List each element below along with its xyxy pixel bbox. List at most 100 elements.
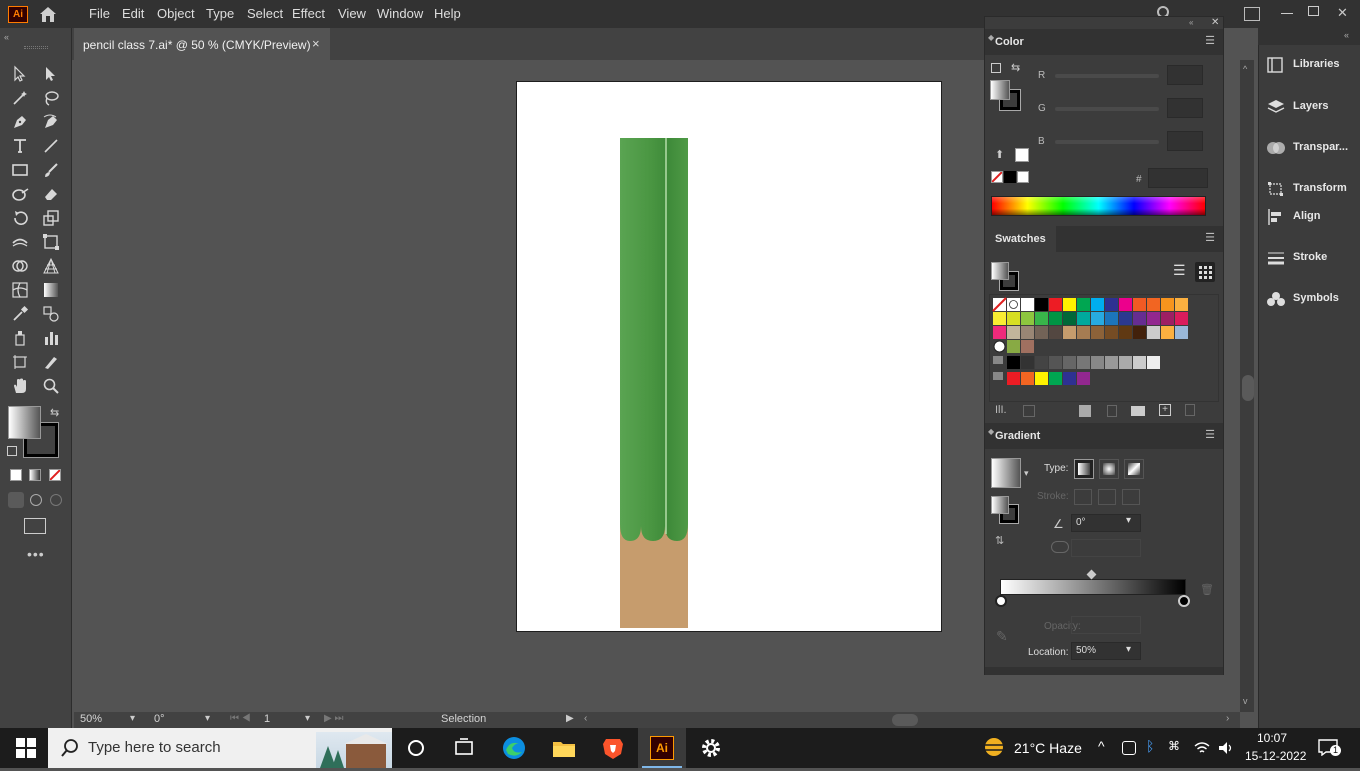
color-white-chip[interactable] xyxy=(1015,148,1029,162)
gradient-panel-menu-icon[interactable]: ☰ xyxy=(1205,428,1215,441)
gradient-slider[interactable] xyxy=(1000,579,1186,595)
align-panel-button[interactable]: Align xyxy=(1267,205,1360,229)
color-mode-icon[interactable] xyxy=(10,469,22,481)
symbol-sprayer-tool-icon[interactable] xyxy=(9,327,31,349)
menu-window[interactable]: Window xyxy=(377,6,423,21)
selection-tool-icon[interactable] xyxy=(9,63,31,85)
arrange-documents-icon[interactable] xyxy=(1244,7,1260,21)
paintbrush-tool-icon[interactable] xyxy=(40,159,62,181)
gradient-stop-black[interactable] xyxy=(1178,595,1190,607)
swap-fill-stroke-icon[interactable]: ⇆ xyxy=(50,406,59,419)
window-close-icon[interactable]: ✕ xyxy=(1337,5,1348,21)
artboard-tool-icon[interactable] xyxy=(9,351,31,373)
collapse-toolbar-icon[interactable]: « xyxy=(4,32,9,42)
new-color-group-icon[interactable] xyxy=(1131,406,1145,416)
settings-icon[interactable] xyxy=(699,736,723,760)
place-swatch-icon[interactable] xyxy=(1023,405,1035,417)
close-dock-icon[interactable]: ✕ xyxy=(1211,17,1219,28)
notification-center-icon[interactable]: 1 xyxy=(1318,739,1341,757)
color-white-chip-2[interactable] xyxy=(1017,171,1029,183)
curvature-tool-icon[interactable] xyxy=(40,111,62,133)
stroke-along-button[interactable] xyxy=(1098,489,1116,505)
menu-help[interactable]: Help xyxy=(434,6,461,21)
default-fill-stroke-icon[interactable] xyxy=(7,446,17,456)
fill-swatch[interactable] xyxy=(8,406,41,439)
zoom-tool-icon[interactable] xyxy=(40,375,62,397)
transparency-panel-button[interactable]: Transpar... xyxy=(1267,136,1360,160)
slice-tool-icon[interactable] xyxy=(40,351,62,373)
shape-builder-tool-icon[interactable] xyxy=(9,255,31,277)
color-swap-icon[interactable]: ⇆ xyxy=(1011,61,1020,74)
free-transform-tool-icon[interactable] xyxy=(40,231,62,253)
color-default-icon[interactable] xyxy=(991,63,1001,73)
restore-icon[interactable] xyxy=(1308,6,1319,16)
network-icon[interactable]: ⌘ xyxy=(1168,739,1180,753)
clock-date[interactable]: 15-12-2022 xyxy=(1245,749,1306,763)
color-black-chip[interactable] xyxy=(1004,171,1016,183)
illustrator-taskbar-button[interactable]: Ai xyxy=(638,728,686,768)
angle-dropdown-icon[interactable]: ▾ xyxy=(1126,515,1131,526)
eyedropper-tool-icon[interactable] xyxy=(9,303,31,325)
clock-time[interactable]: 10:07 xyxy=(1257,731,1287,745)
opacity-field[interactable] xyxy=(1071,616,1141,634)
gradient-preset-dropdown-icon[interactable]: ▾ xyxy=(1024,468,1029,479)
column-graph-tool-icon[interactable] xyxy=(40,327,62,349)
document-tab[interactable]: pencil class 7.ai* @ 50 % (CMYK/Preview)… xyxy=(74,28,330,60)
type-tool-icon[interactable] xyxy=(9,135,31,157)
dock-resize-grip[interactable] xyxy=(985,667,1223,675)
perspective-grid-tool-icon[interactable] xyxy=(40,255,62,277)
swatch-options-icon[interactable] xyxy=(1107,405,1117,417)
swatches-fill-swatch[interactable] xyxy=(991,262,1009,280)
menu-edit[interactable]: Edit xyxy=(122,6,144,21)
shaper-tool-icon[interactable] xyxy=(9,183,31,205)
horizontal-scroll-thumb[interactable] xyxy=(892,714,918,726)
swatch-libraries-icon[interactable]: IlI. xyxy=(995,404,1007,416)
none-mode-icon[interactable] xyxy=(49,469,61,481)
b-slider[interactable] xyxy=(1055,140,1159,144)
brave-browser-icon[interactable] xyxy=(601,736,625,760)
zoom-field[interactable]: 50% xyxy=(80,713,103,727)
mesh-tool-icon[interactable] xyxy=(9,279,31,301)
task-view-icon[interactable] xyxy=(452,736,476,760)
pen-tool-icon[interactable] xyxy=(9,111,31,133)
scale-tool-icon[interactable] xyxy=(40,207,62,229)
hex-value-field[interactable] xyxy=(1148,168,1208,188)
wifi-icon[interactable] xyxy=(1194,740,1210,756)
gradient-stop-white[interactable] xyxy=(995,595,1007,607)
gradient-eyedropper-icon[interactable]: ✎ xyxy=(996,628,1008,645)
g-slider[interactable] xyxy=(1055,107,1159,111)
color-panel-menu-icon[interactable]: ☰ xyxy=(1205,34,1215,47)
rectangle-tool-icon[interactable] xyxy=(9,159,31,181)
stroke-across-button[interactable] xyxy=(1122,489,1140,505)
symbols-panel-button[interactable]: Symbols xyxy=(1267,287,1360,311)
close-tab-icon[interactable]: × xyxy=(312,36,320,51)
grid-view-icon[interactable] xyxy=(1195,262,1215,282)
hand-tool-icon[interactable] xyxy=(9,375,31,397)
g-value-field[interactable] xyxy=(1167,98,1203,118)
b-value-field[interactable] xyxy=(1167,131,1203,151)
eraser-tool-icon[interactable] xyxy=(40,183,62,205)
location-dropdown-icon[interactable]: ▾ xyxy=(1126,644,1131,655)
volume-icon[interactable] xyxy=(1218,740,1234,756)
stroke-panel-button[interactable]: Stroke xyxy=(1267,246,1360,270)
pencil-artwork[interactable] xyxy=(617,136,689,630)
vertical-scrollbar[interactable]: ^ v xyxy=(1240,60,1254,712)
artboard[interactable] xyxy=(516,81,942,632)
artboard-dropdown-icon[interactable]: ▾ xyxy=(305,713,310,724)
swatches-panel-menu-icon[interactable]: ☰ xyxy=(1205,231,1215,244)
start-button-icon[interactable] xyxy=(14,736,38,760)
direct-selection-tool-icon[interactable] xyxy=(40,63,62,85)
freeform-gradient-button[interactable] xyxy=(1124,459,1144,479)
next-artboard-icon[interactable]: ▶ ⏭ xyxy=(324,713,343,724)
gradient-tool-icon[interactable] xyxy=(40,279,62,301)
weather-icon[interactable] xyxy=(982,737,1006,757)
home-icon[interactable] xyxy=(38,4,58,24)
bluetooth-icon[interactable]: ᛒ xyxy=(1146,738,1154,754)
r-value-field[interactable] xyxy=(1167,65,1203,85)
swatches-panel-header[interactable]: Swatches ☰ xyxy=(985,226,1223,252)
lasso-tool-icon[interactable] xyxy=(40,87,62,109)
rotate-tool-icon[interactable] xyxy=(9,207,31,229)
menu-effect[interactable]: Effect xyxy=(292,6,325,21)
layers-panel-button[interactable]: Layers xyxy=(1267,95,1360,119)
weather-text[interactable]: 21°C Haze xyxy=(1014,740,1082,756)
